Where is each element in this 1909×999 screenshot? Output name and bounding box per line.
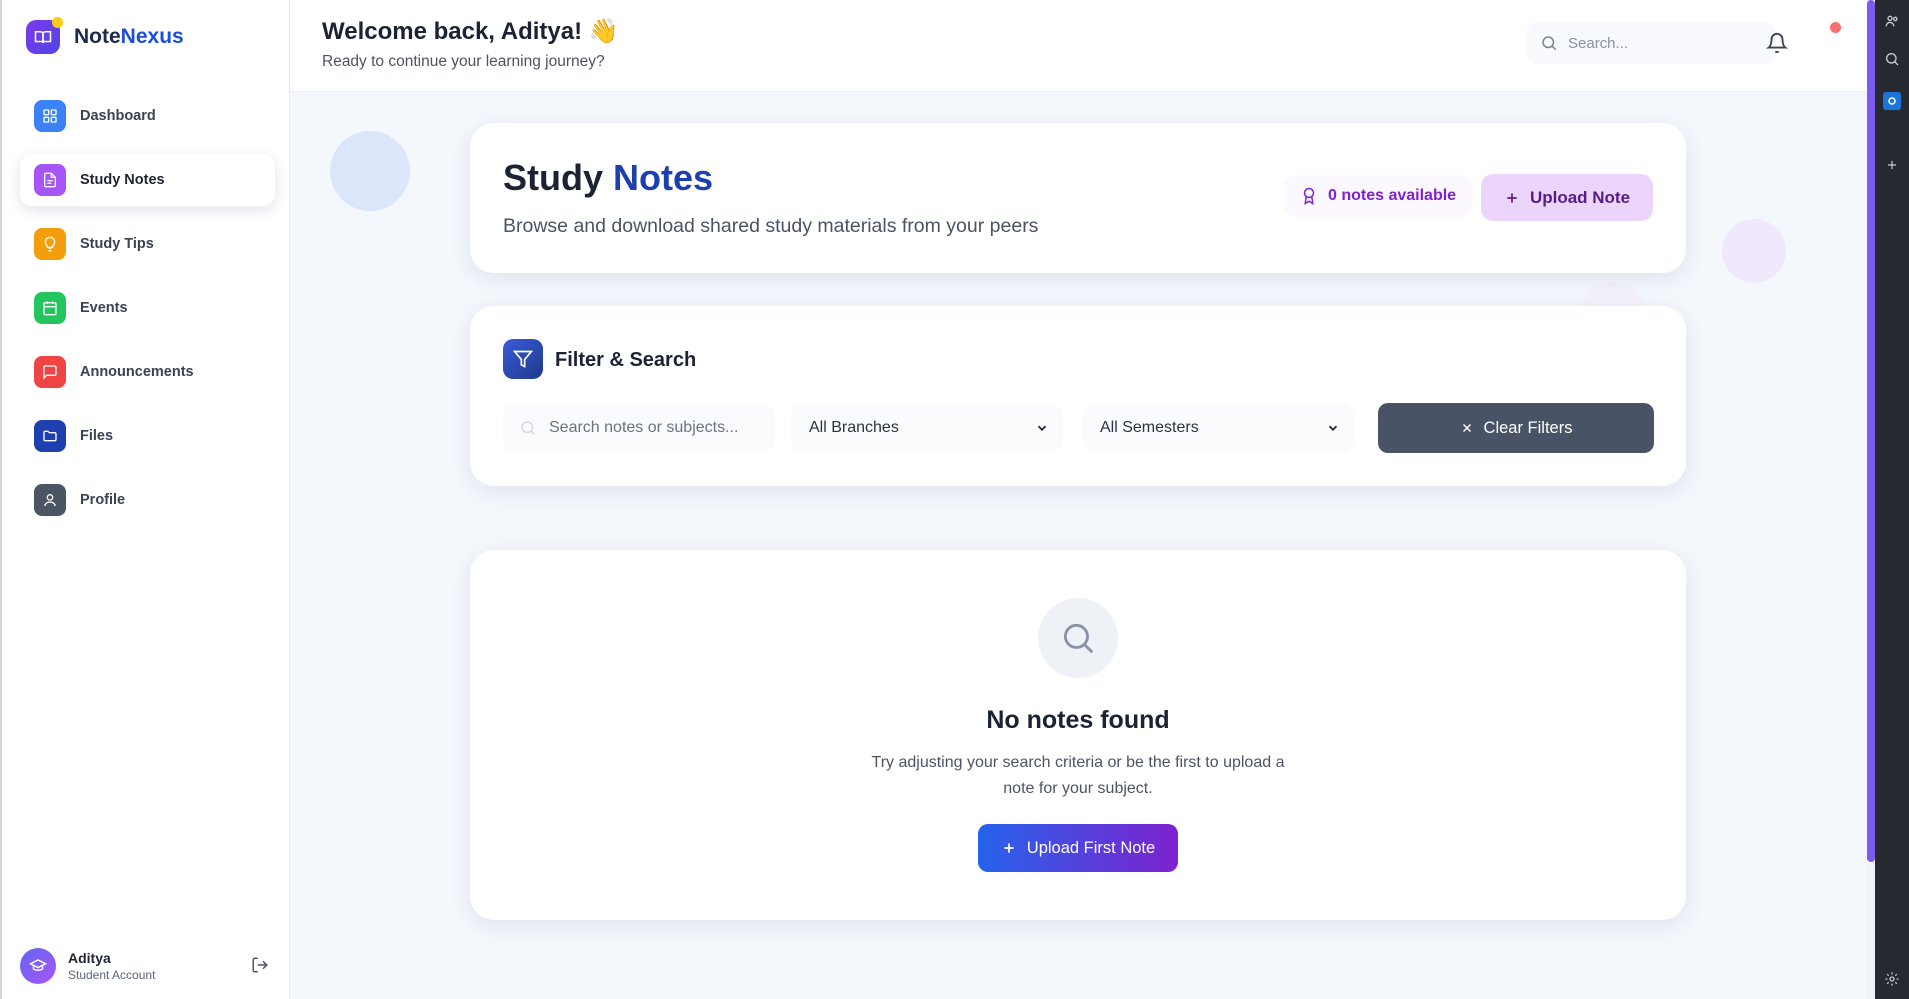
people-icon[interactable] [1883, 12, 1901, 30]
sidebar-nav: Dashboard Study Notes Study Tips Events … [20, 90, 275, 538]
notes-search[interactable] [503, 404, 775, 452]
brand[interactable]: NoteNexus [26, 17, 184, 54]
document-icon [34, 164, 66, 196]
calendar-icon [34, 292, 66, 324]
branch-select-value: All Branches [809, 419, 899, 436]
outlook-icon[interactable] [1883, 92, 1901, 110]
notes-search-input[interactable] [549, 419, 749, 437]
sidebar-item-announcements[interactable]: Announcements [20, 346, 275, 398]
notification-dot [1830, 22, 1841, 33]
empty-state-text: Try adjusting your search criteria or be… [871, 754, 1285, 797]
filter-title: Filter & Search [555, 349, 697, 371]
brand-name: NoteNexus [74, 25, 184, 48]
sidebar-item-label: Study Notes [80, 172, 165, 188]
filter-search-card: Filter & Search All Branches All Semeste… [470, 306, 1686, 486]
sidebar-item-files[interactable]: Files [20, 410, 275, 462]
logout-icon[interactable] [251, 956, 269, 979]
sidebar-item-label: Dashboard [80, 108, 156, 124]
sidebar: NoteNexus Dashboard Study Notes Study Ti… [0, 0, 290, 999]
global-search[interactable] [1526, 22, 1776, 64]
scrollbar-thumb[interactable] [1867, 0, 1875, 862]
folder-icon [34, 420, 66, 452]
filter-icon [503, 339, 543, 379]
sidebar-item-events[interactable]: Events [20, 282, 275, 334]
sidebar-item-study-tips[interactable]: Study Tips [20, 218, 275, 270]
empty-state-title: No notes found [986, 706, 1170, 734]
gear-icon[interactable] [1883, 970, 1901, 988]
user-role: Student Account [68, 968, 156, 982]
book-logo-icon [26, 17, 63, 54]
chevron-down-icon [1037, 425, 1047, 431]
user-icon [34, 484, 66, 516]
clear-filters-button[interactable]: Clear Filters [1378, 403, 1654, 453]
sidebar-item-dashboard[interactable]: Dashboard [20, 90, 275, 142]
empty-state-card: No notes found Try adjusting your search… [470, 550, 1686, 920]
branch-select[interactable]: All Branches [791, 404, 1063, 452]
search-icon [521, 421, 536, 436]
chevron-down-icon [1328, 425, 1338, 431]
notes-count-text: 0 notes available [1328, 187, 1457, 204]
plus-icon[interactable] [1883, 156, 1901, 174]
sidebar-item-label: Events [80, 300, 128, 316]
semester-select-value: All Semesters [1100, 419, 1199, 436]
user-profile-box[interactable]: Aditya Student Account [20, 946, 275, 986]
page-subtitle: Browse and download shared study materia… [503, 215, 1039, 237]
upload-note-button[interactable]: Upload Note [1481, 174, 1653, 221]
browser-side-rail [1875, 0, 1909, 999]
top-header: Welcome back, Aditya! 👋 Ready to continu… [290, 0, 1867, 92]
search-icon [1542, 36, 1557, 51]
global-search-input[interactable] [1568, 34, 1758, 52]
study-notes-hero-card: Study Notes Browse and download shared s… [470, 123, 1686, 273]
grid-icon [34, 100, 66, 132]
page-title: Study Notes [503, 157, 714, 198]
bell-icon[interactable] [1765, 32, 1789, 59]
user-name: Aditya [68, 950, 111, 966]
decorative-bubble [330, 131, 410, 211]
lightbulb-icon [34, 228, 66, 260]
upload-first-note-button[interactable]: Upload First Note [978, 824, 1178, 872]
avatar [20, 948, 56, 984]
plus-icon [1004, 843, 1014, 853]
decorative-bubble [1722, 219, 1786, 283]
close-icon [1462, 423, 1471, 433]
search-icon[interactable] [1883, 50, 1901, 68]
notes-count-badge: 0 notes available [1284, 175, 1473, 217]
search-icon [1038, 598, 1118, 678]
graduation-cap-icon [29, 959, 47, 971]
plus-icon [1507, 192, 1517, 203]
sidebar-item-label: Study Tips [80, 236, 154, 252]
sidebar-item-profile[interactable]: Profile [20, 474, 275, 526]
welcome-subtitle: Ready to continue your learning journey? [322, 53, 605, 70]
sidebar-item-study-notes[interactable]: Study Notes [20, 154, 275, 206]
welcome-title: Welcome back, Aditya! 👋 [322, 18, 619, 45]
sidebar-item-label: Announcements [80, 364, 194, 380]
semester-select[interactable]: All Semesters [1082, 404, 1354, 452]
message-icon [34, 356, 66, 388]
sidebar-item-label: Files [80, 428, 114, 444]
award-icon [1303, 187, 1315, 205]
sidebar-item-label: Profile [80, 492, 126, 508]
